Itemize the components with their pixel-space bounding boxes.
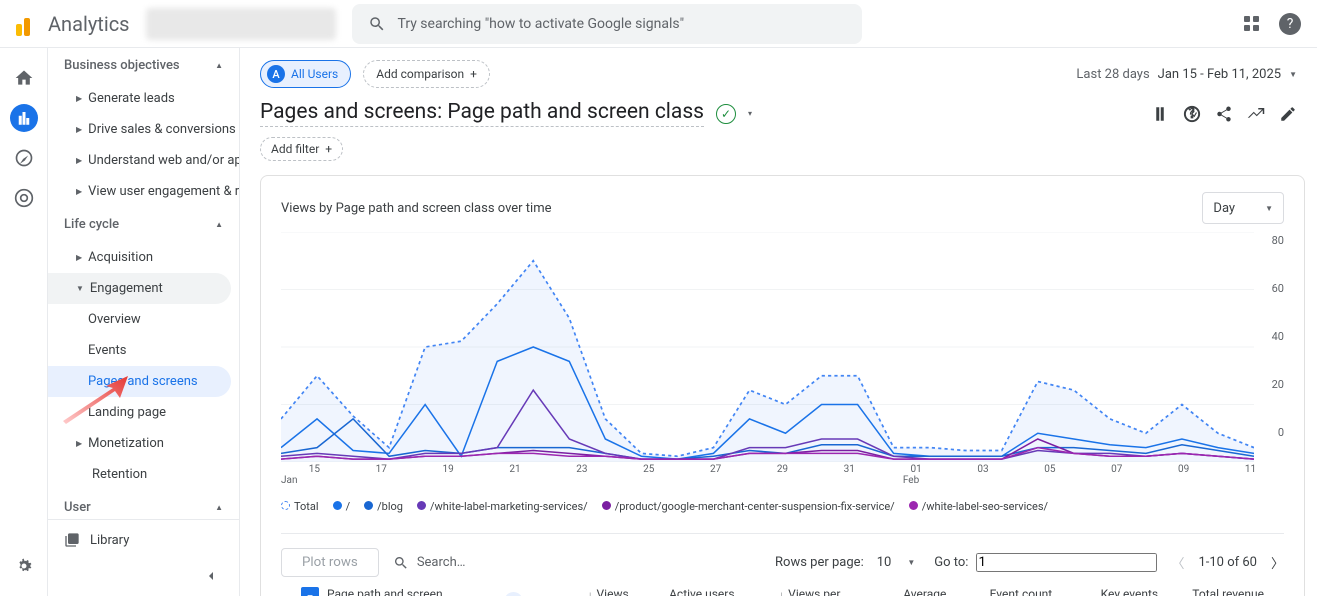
table-header: − Page path and screen class ▼+ ↓Views A… <box>281 577 1284 596</box>
search-icon <box>393 555 409 571</box>
sidebar-item-monetization[interactable]: ▶Monetization <box>48 428 239 459</box>
sidebar-item-pages-screens[interactable]: Pages and screens <box>48 366 231 397</box>
col-name[interactable]: Page path and screen class <box>327 587 466 596</box>
search-icon <box>368 15 386 33</box>
chart-svg <box>281 232 1254 462</box>
plot-rows-button[interactable]: Plot rows <box>281 548 379 577</box>
chart-card: Views by Page path and screen class over… <box>260 175 1305 596</box>
help-icon[interactable]: ? <box>1279 13 1301 35</box>
property-selector[interactable] <box>146 8 336 40</box>
sidebar-item-sales[interactable]: ▶Drive sales & conversions <box>48 114 239 145</box>
add-filter-chip[interactable]: Add filter+ <box>260 137 343 161</box>
chart: 806040200 <box>281 232 1284 462</box>
sidebar-section-lifecycle[interactable]: Life cycle▲ <box>48 207 239 242</box>
verified-icon[interactable]: ✓ <box>716 104 736 124</box>
date-picker[interactable]: Last 28 daysJan 15 - Feb 11, 2025▼ <box>1076 67 1297 82</box>
sidebar-library[interactable]: Library <box>48 519 239 560</box>
insights-icon[interactable] <box>1183 105 1201 123</box>
nav-rail <box>0 48 48 596</box>
chart-title: Views by Page path and screen class over… <box>281 201 552 216</box>
col-event-count[interactable]: Event count <box>990 587 1053 596</box>
rows-per-page[interactable]: 10▼ <box>872 550 921 575</box>
sidebar-item-engagement[interactable]: ▼Engagement <box>48 273 231 304</box>
page-next[interactable]: 〉 <box>1271 553 1284 572</box>
logo[interactable]: Analytics <box>16 12 130 36</box>
sidebar-item-retention[interactable]: Retention <box>48 459 239 490</box>
sidebar-item-engagement-ret[interactable]: ▶View user engagement & rete... <box>48 176 239 207</box>
analytics-logo-icon <box>16 12 40 36</box>
sidebar-item-overview[interactable]: Overview <box>48 304 239 335</box>
sidebar-item-understand[interactable]: ▶Understand web and/or app t... <box>48 145 239 176</box>
col-views[interactable]: Views <box>597 587 629 596</box>
chip-all-users[interactable]: AAll Users <box>260 60 351 88</box>
share-icon[interactable] <box>1215 105 1233 123</box>
chip-add-comparison[interactable]: Add comparison+ <box>363 60 490 88</box>
rail-reports[interactable] <box>10 104 38 132</box>
col-key-events[interactable]: Key events <box>1101 587 1158 596</box>
apps-icon[interactable] <box>1244 16 1259 31</box>
sidebar-item-leads[interactable]: ▶Generate leads <box>48 83 239 114</box>
title-dropdown[interactable]: ▾ <box>748 109 752 118</box>
library-icon <box>64 532 80 548</box>
rail-explore[interactable] <box>10 144 38 172</box>
trend-icon[interactable] <box>1247 105 1265 123</box>
table-search[interactable]: Search… <box>393 555 761 571</box>
page-prev[interactable]: 〈 <box>1171 553 1184 572</box>
app-name: Analytics <box>48 12 130 36</box>
sidebar-item-acquisition[interactable]: ▶Acquisition <box>48 242 239 273</box>
chart-x-axis: 151719212325272931010305070911 <box>281 462 1284 475</box>
add-dimension[interactable]: + <box>504 592 523 596</box>
search-box[interactable]: Try searching "how to activate Google si… <box>352 4 862 44</box>
sidebar: Business objectives▲ ▶Generate leads ▶Dr… <box>48 48 240 596</box>
granularity-picker[interactable]: Day▼ <box>1202 192 1284 224</box>
page-title: Pages and screens: Page path and screen … <box>260 100 704 127</box>
rail-home[interactable] <box>10 64 38 92</box>
page-range: 1-10 of 60 <box>1198 555 1257 570</box>
chart-y-axis: 806040200 <box>1254 232 1284 462</box>
main-content: AAll Users Add comparison+ Last 28 daysJ… <box>240 48 1317 596</box>
edit-icon[interactable] <box>1279 105 1297 123</box>
rail-settings[interactable] <box>10 552 38 580</box>
sidebar-item-events[interactable]: Events <box>48 335 239 366</box>
sidebar-item-landing[interactable]: Landing page <box>48 397 239 428</box>
select-all-checkbox[interactable]: − <box>301 587 319 596</box>
search-placeholder: Try searching "how to activate Google si… <box>398 16 685 32</box>
rail-advertising[interactable] <box>10 184 38 212</box>
col-active-users[interactable]: Active users <box>669 587 734 596</box>
customize-icon[interactable] <box>1151 105 1169 123</box>
col-views-per[interactable]: Views per <box>788 587 840 596</box>
col-total-rev[interactable]: Total revenue <box>1192 587 1264 596</box>
sidebar-section-business[interactable]: Business objectives▲ <box>48 48 239 83</box>
collapse-sidebar[interactable] <box>203 568 219 588</box>
goto-input[interactable] <box>976 553 1157 572</box>
chart-legend: Total//blog/white-label-marketing-servic… <box>281 486 1284 513</box>
col-avg-eng[interactable]: Average engagement <box>880 587 947 596</box>
topbar: Analytics Try searching "how to activate… <box>0 0 1317 48</box>
